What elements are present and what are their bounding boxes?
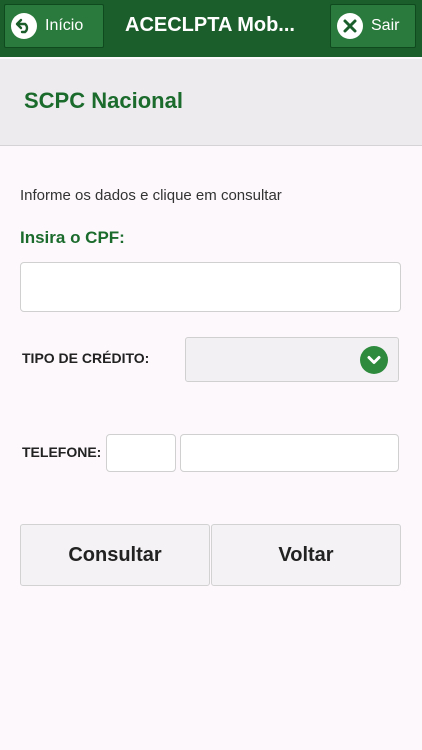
phone-ddd-input[interactable] [106, 434, 176, 472]
instructions-text: Informe os dados e clique em consultar [20, 187, 282, 204]
back-home-label: Início [45, 17, 84, 34]
credit-type-select[interactable] [185, 337, 399, 382]
close-icon [337, 13, 363, 39]
exit-button[interactable]: Sair [330, 4, 416, 48]
back-arrow-icon [11, 13, 37, 39]
cpf-input[interactable] [20, 262, 401, 312]
back-button[interactable]: Voltar [211, 524, 401, 586]
top-bar: Início ACECLPTA Mob... Sair [0, 0, 422, 57]
consult-button[interactable]: Consultar [20, 524, 210, 586]
page-header: SCPC Nacional [0, 59, 422, 146]
exit-label: Sair [371, 17, 400, 34]
chevron-down-icon [360, 346, 388, 374]
cpf-label: Insira o CPF: [20, 228, 125, 247]
phone-label: TELEFONE: [22, 444, 102, 460]
phone-number-input[interactable] [180, 434, 399, 472]
page-title: SCPC Nacional [24, 88, 183, 113]
back-home-button[interactable]: Início [4, 4, 104, 48]
app-title: ACECLPTA Mob... [125, 14, 295, 36]
credit-type-label: TIPO DE CRÉDITO: [22, 350, 150, 366]
